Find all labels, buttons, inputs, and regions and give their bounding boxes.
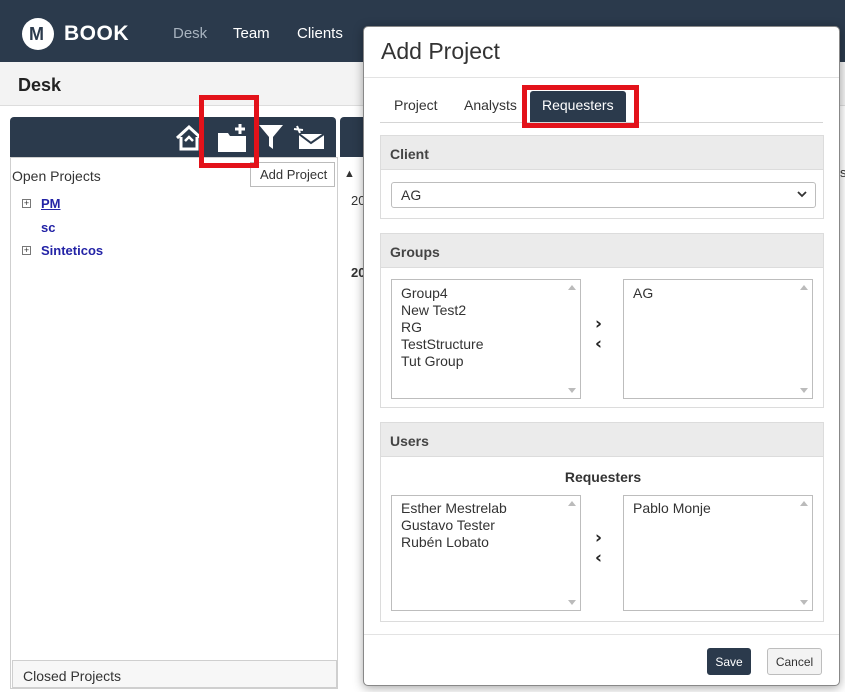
scroll-up-icon[interactable] — [800, 501, 808, 506]
header-fragment: s — [840, 165, 845, 180]
dialog-title: Add Project — [381, 38, 500, 64]
list-item[interactable]: New Test2 — [401, 302, 466, 318]
cancel-button[interactable]: Cancel — [767, 648, 822, 675]
tab-analysts[interactable]: Analysts — [464, 97, 517, 113]
page-title: Desk — [18, 75, 62, 95]
users-section-title: Users — [381, 423, 823, 457]
highlight-requesters-tab — [522, 85, 639, 128]
groups-section-title: Groups — [381, 234, 823, 268]
users-selected-list[interactable]: Pablo Monje — [623, 495, 813, 611]
chevron-down-icon — [797, 186, 807, 201]
scroll-up-icon[interactable] — [800, 285, 808, 290]
list-item[interactable]: RG — [401, 319, 422, 335]
expand-pm-icon[interactable]: + — [22, 199, 31, 208]
tab-project[interactable]: Project — [394, 97, 438, 113]
add-project-dialog: Add Project Project Analysts Requesters … — [363, 26, 840, 686]
list-item[interactable]: Rubén Lobato — [401, 534, 489, 550]
nav-clients[interactable]: Clients — [297, 25, 343, 42]
groups-selected-list[interactable]: AG — [623, 279, 813, 399]
move-right-icon[interactable]: › — [595, 314, 602, 334]
sort-arrow[interactable]: ▲ — [344, 168, 355, 180]
scrollbar[interactable] — [798, 280, 812, 398]
filter-icon[interactable] — [258, 123, 284, 151]
list-item[interactable]: Group4 — [401, 285, 448, 301]
scrollbar[interactable] — [566, 280, 580, 398]
scroll-down-icon[interactable] — [568, 388, 576, 393]
groups-section: Groups Group4 New Test2 RG TestStructure… — [380, 233, 824, 408]
tree-item-sinteticos[interactable]: Sinteticos — [41, 243, 103, 258]
list-item[interactable]: AG — [633, 285, 653, 301]
logo-letter: M — [29, 24, 44, 44]
mail-icon[interactable] — [292, 123, 326, 151]
dialog-footer-divider — [364, 634, 839, 635]
list-item[interactable]: Tut Group — [401, 353, 464, 369]
list-item[interactable]: TestStructure — [401, 336, 483, 352]
nav-desk[interactable]: Desk — [173, 25, 207, 42]
list-item[interactable]: Pablo Monje — [633, 500, 711, 516]
scroll-down-icon[interactable] — [568, 600, 576, 605]
move-right-icon[interactable]: › — [595, 528, 602, 548]
tree-item-pm[interactable]: PM — [41, 196, 61, 211]
list-item[interactable]: Esther Mestrelab — [401, 500, 507, 516]
projects-toolbar — [10, 117, 336, 157]
scroll-up-icon[interactable] — [568, 501, 576, 506]
move-left-icon[interactable]: ‹ — [595, 334, 602, 354]
groups-available-list[interactable]: Group4 New Test2 RG TestStructure Tut Gr… — [391, 279, 581, 399]
client-section: Client AG — [380, 135, 824, 219]
move-left-icon[interactable]: ‹ — [595, 548, 602, 568]
scrollbar[interactable] — [798, 496, 812, 610]
dialog-header-divider — [364, 77, 839, 78]
save-button[interactable]: Save — [707, 648, 751, 675]
logo-text[interactable]: BOOK — [64, 22, 129, 46]
users-available-list[interactable]: Esther Mestrelab Gustavo Tester Rubén Lo… — [391, 495, 581, 611]
list-item[interactable]: Gustavo Tester — [401, 517, 495, 533]
expand-sinteticos-icon[interactable]: + — [22, 246, 31, 255]
client-select[interactable]: AG — [391, 182, 816, 208]
requesters-sublabel: Requesters — [564, 469, 642, 485]
open-projects-label[interactable]: Open Projects — [12, 168, 101, 184]
users-section: Users Requesters Esther Mestrelab Gustav… — [380, 422, 824, 622]
scrollbar[interactable] — [566, 496, 580, 610]
client-select-value: AG — [401, 187, 422, 203]
scroll-down-icon[interactable] — [800, 388, 808, 393]
tree-item-sc[interactable]: sc — [41, 220, 55, 235]
add-project-tooltip: Add Project — [250, 162, 335, 187]
nav-team[interactable]: Team — [233, 25, 270, 42]
scroll-up-icon[interactable] — [568, 285, 576, 290]
scroll-down-icon[interactable] — [800, 600, 808, 605]
projects-panel — [10, 157, 338, 689]
client-section-title: Client — [381, 136, 823, 170]
highlight-add-project — [199, 95, 259, 168]
closed-projects-label[interactable]: Closed Projects — [12, 660, 337, 688]
